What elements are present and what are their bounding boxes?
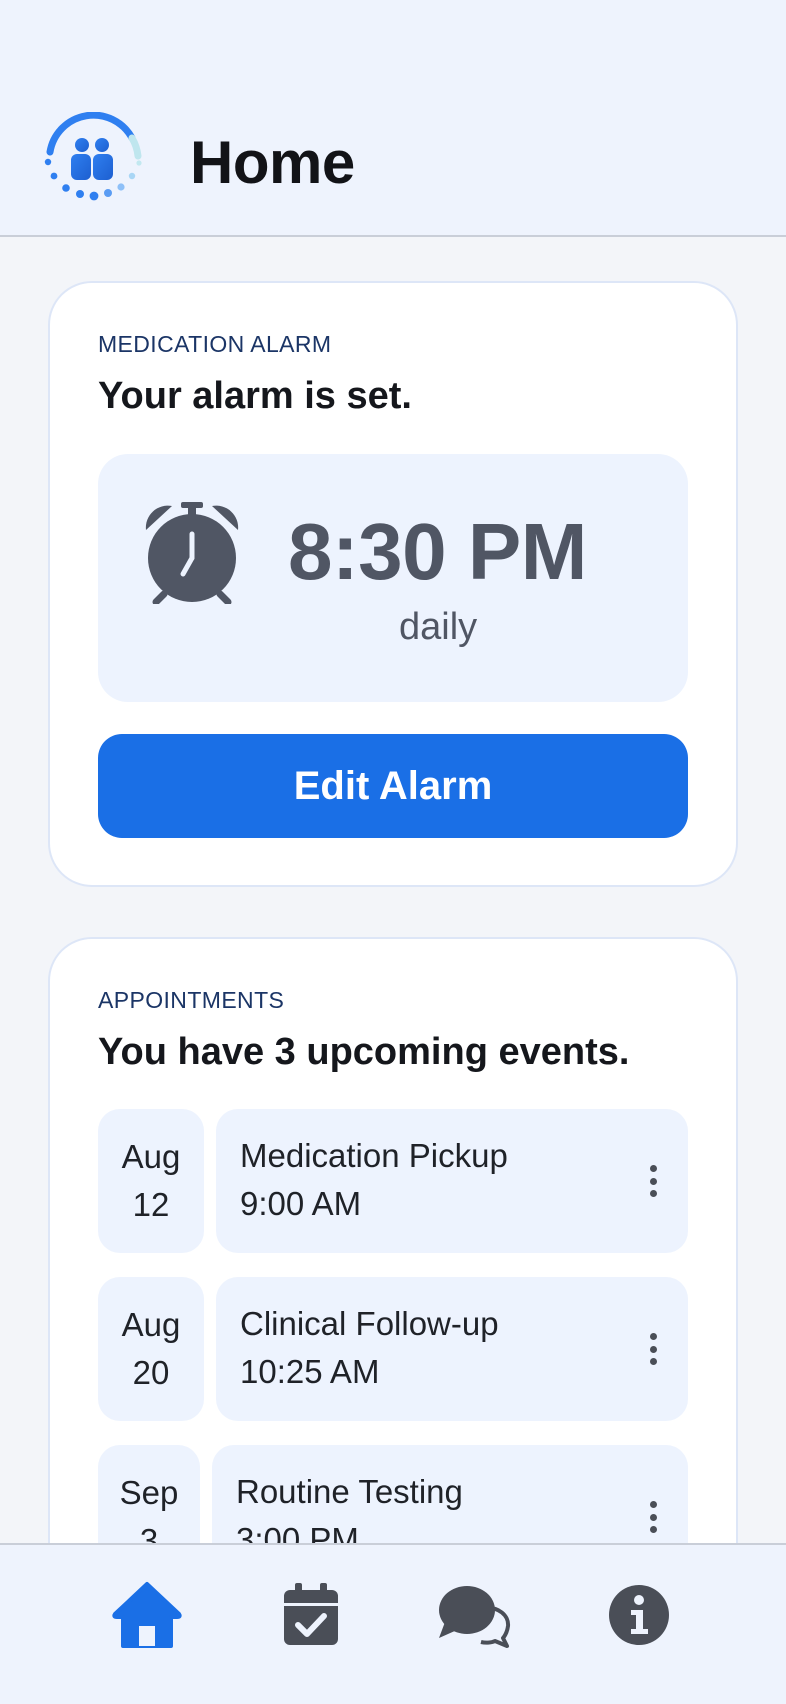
appointment-item[interactable]: Aug 20 Clinical Follow-up 10:25 AM <box>98 1277 688 1421</box>
appointment-month: Aug <box>121 1306 181 1343</box>
alarm-time: 8:30 PM <box>288 507 587 596</box>
people-logo-icon <box>44 112 142 201</box>
calendar-check-icon <box>284 1583 338 1645</box>
appointments-card: APPOINTMENTS You have 3 upcoming events.… <box>48 937 738 1543</box>
info-icon <box>609 1585 669 1645</box>
more-options-icon[interactable] <box>648 1333 658 1365</box>
chat-bubbles-icon <box>439 1586 511 1648</box>
appointment-item[interactable]: Sep 3 Routine Testing 3:00 PM <box>98 1445 688 1543</box>
medication-alarm-card: MEDICATION ALARM Your alarm is set. 8:30… <box>48 281 738 887</box>
appointment-title: Routine Testing <box>236 1473 463 1510</box>
top-header: Home <box>0 0 786 237</box>
home-icon <box>112 1582 182 1648</box>
more-options-icon[interactable] <box>648 1501 658 1533</box>
edit-alarm-button[interactable]: Edit Alarm <box>98 734 688 838</box>
appointment-date: Sep 3 <box>98 1445 200 1543</box>
appointment-details[interactable]: Clinical Follow-up 10:25 AM <box>216 1277 688 1421</box>
appointment-details[interactable]: Medication Pickup 9:00 AM <box>216 1109 688 1253</box>
appointment-title: Clinical Follow-up <box>240 1305 499 1342</box>
appointment-title: Medication Pickup <box>240 1137 508 1174</box>
alarm-frequency: daily <box>399 606 478 648</box>
alarm-display: 8:30 PM daily <box>98 454 688 702</box>
appointment-date: Aug 20 <box>98 1277 204 1421</box>
appointment-day: 3 <box>139 1522 159 1543</box>
page-title: Home <box>190 129 355 196</box>
appointment-time: 9:00 AM <box>240 1185 362 1222</box>
more-options-icon[interactable] <box>648 1165 658 1197</box>
nav-home-tab[interactable] <box>107 1575 187 1655</box>
appointment-month: Aug <box>121 1138 181 1175</box>
alarm-card-eyebrow: MEDICATION ALARM <box>98 331 332 357</box>
appointment-day: 20 <box>132 1354 170 1391</box>
appointment-item[interactable]: Aug 12 Medication Pickup 9:00 AM <box>98 1109 688 1253</box>
nav-calendar-tab[interactable] <box>271 1575 351 1655</box>
nav-messages-tab[interactable] <box>434 1575 514 1655</box>
alarm-card-heading: Your alarm is set. <box>98 375 412 417</box>
home-content[interactable]: MEDICATION ALARM Your alarm is set. 8:30… <box>0 239 786 1543</box>
app-screen: Home MEDICATION ALARM Your alarm is set. <box>0 0 786 1704</box>
appointments-card-heading: You have 3 upcoming events. <box>98 1031 630 1073</box>
appointment-time: 10:25 AM <box>240 1353 380 1390</box>
nav-info-tab[interactable] <box>599 1575 679 1655</box>
appointments-card-eyebrow: APPOINTMENTS <box>98 987 285 1013</box>
appointment-month: Sep <box>119 1474 179 1511</box>
appointment-day: 12 <box>132 1186 170 1223</box>
appointment-date: Aug 12 <box>98 1109 204 1253</box>
appointment-details[interactable]: Routine Testing 3:00 PM <box>212 1445 688 1543</box>
appointment-time: 3:00 PM <box>236 1521 359 1543</box>
alarm-clock-icon <box>145 502 239 604</box>
bottom-navigation <box>0 1543 786 1704</box>
